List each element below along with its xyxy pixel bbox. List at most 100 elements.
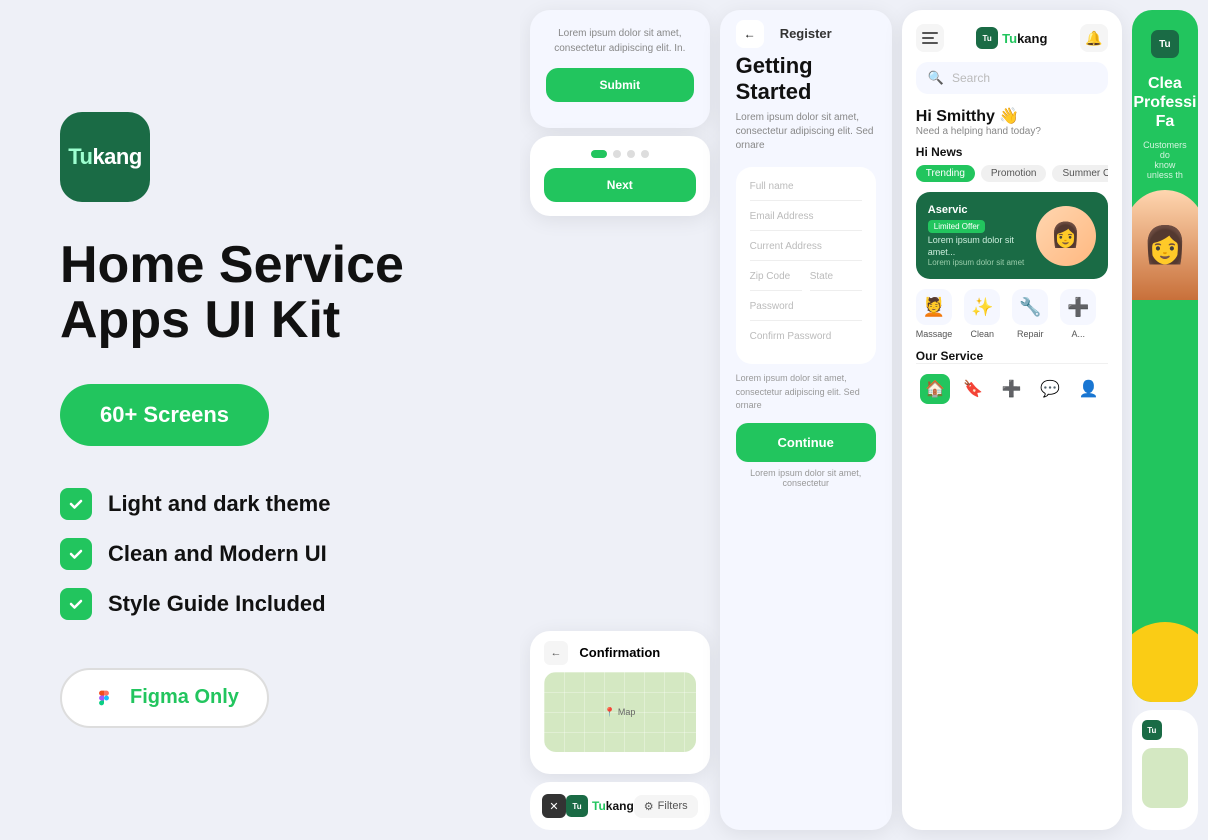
home-logo-icon: Tu [976,27,998,49]
nav-add[interactable]: ➕ [997,374,1027,404]
logo-suffix: kang [92,144,141,169]
menu-icon[interactable] [916,24,944,52]
home-topbar: Tu Tukang 🔔 [916,24,1108,52]
strip-close-button[interactable]: ✕ [542,794,566,818]
main-title: Home Service Apps UI Kit [60,238,460,347]
feature-theme: Light and dark theme [60,488,460,520]
massage-label: Massage [916,329,953,339]
confirm-back-button[interactable]: ← [544,641,568,665]
spacer-1 [530,224,710,623]
register-back-button[interactable]: ← [736,20,764,48]
massage-icon: 💆 [916,289,952,325]
clean-label: Clean [971,329,995,339]
mockup-col-1: Lorem ipsum dolor sit amet, consectetur … [530,10,710,830]
news-title: Hi News [916,145,1108,159]
promo-sub: Lorem ipsum dolor sit amet [928,258,1028,267]
promo-desc: Lorem ipsum dolor sit amet... [928,235,1028,258]
strip-logo: Tu Tukang [566,795,634,817]
register-card: ← Register Getting Started Lorem ipsum d… [720,10,892,830]
news-tags: Trending Promotion Summer Offer Hot Ne..… [916,165,1108,182]
tag-promotion[interactable]: Promotion [981,165,1047,182]
app-logo: Tukang [60,112,150,202]
clean-icon: ✨ [964,289,1000,325]
more-label: A... [1072,329,1086,339]
greeting-section: Hi Smitthy 👋 Need a helping hand today? [916,106,1108,137]
search-placeholder: Search [952,71,990,85]
tag-summer[interactable]: Summer Offer [1052,165,1107,182]
form-footer-text: Lorem ipsum dolor sit amet, consectetur … [736,372,876,413]
password-field[interactable]: Password [750,301,862,321]
confirm-title: Confirmation [579,645,660,660]
nav-bookmark[interactable]: 🔖 [958,374,988,404]
bottom-note: Lorem ipsum dolor sit amet, consectetur [736,468,876,488]
address-field[interactable]: Current Address [750,241,862,261]
promo-content: Aservic Limited Offer Lorem ipsum dolor … [928,204,1028,267]
feature-style: Style Guide Included [60,588,460,620]
strip-logo-icon: Tu [566,795,588,817]
greeting-name: Hi Smitthy 👋 [916,106,1108,126]
home-logo: Tu Tukang [976,27,1047,49]
repair-label: Repair [1017,329,1044,339]
zip-label: Zip Code [750,271,802,282]
feature-ui: Clean and Modern UI [60,538,460,570]
filter-icon: ⚙ [644,800,654,813]
partial-card: Tu [1132,710,1198,830]
check-icon-style [60,588,92,620]
partial-map [1142,748,1188,808]
partial-card-header: Tu [1142,720,1188,740]
green-logo: Tu [1151,30,1179,58]
confirm-password-label: Confirm Password [750,331,862,342]
registration-form: Full name Email Address Current Address … [736,167,876,364]
state-field[interactable]: State [810,271,862,291]
promo-image: 👩 [1036,206,1096,266]
nav-home[interactable]: 🏠 [920,374,950,404]
figma-button[interactable]: Figma Only [60,668,269,728]
email-label: Email Address [750,211,862,222]
getting-started-heading: Getting Started [736,53,876,105]
search-bar[interactable]: 🔍 Search [916,62,1108,94]
partial-logo-icon: Tu [1142,720,1162,740]
password-label: Password [750,301,862,312]
strip-filter-button[interactable]: ⚙ Filters [634,795,698,818]
notification-icon[interactable]: 🔔 [1080,24,1108,52]
nav-chat[interactable]: 💬 [1035,374,1065,404]
submit-button[interactable]: Submit [546,68,694,102]
register-header: ← Register [736,26,876,41]
service-repair[interactable]: 🔧 Repair [1012,289,1048,339]
yellow-circle [1132,622,1198,702]
home-logo-name: Tukang [1002,31,1047,46]
fullname-field[interactable]: Full name [750,181,862,201]
dot-4 [641,150,649,158]
dot-3 [627,150,635,158]
service-more[interactable]: ➕ A... [1060,289,1096,339]
person-image: 👩 [1132,190,1198,300]
feature-style-label: Style Guide Included [108,591,326,617]
service-massage[interactable]: 💆 Massage [916,289,953,339]
next-card: Next [530,136,710,216]
promo-banner: Aservic Limited Offer Lorem ipsum dolor … [916,192,1108,279]
greeting-sub: Need a helping hand today? [916,126,1108,137]
right-panel: Lorem ipsum dolor sit amet, consectetur … [520,0,1208,840]
dot-2 [613,150,621,158]
continue-button[interactable]: Continue [736,423,876,462]
check-icon-ui [60,538,92,570]
address-label: Current Address [750,241,862,252]
confirm-card: ← Confirmation 📍 Map [530,631,710,774]
services-row: 💆 Massage ✨ Clean 🔧 Repair ➕ A... [916,289,1108,339]
getting-started-sub: Lorem ipsum dolor sit amet, consectetur … [736,111,876,153]
green-logo-icon: Tu [1151,30,1179,58]
next-button[interactable]: Next [544,168,696,202]
nav-profile[interactable]: 👤 [1074,374,1104,404]
confirm-header: ← Confirmation [544,645,696,660]
promo-badge: Limited Offer [928,220,986,233]
screens-button[interactable]: 60+ Screens [60,384,269,446]
service-clean[interactable]: ✨ Clean [964,289,1000,339]
mockup-col-2: ← Register Getting Started Lorem ipsum d… [720,10,892,830]
logo-text: Tukang [68,144,142,170]
confirm-password-field[interactable]: Confirm Password [750,331,862,350]
feature-ui-label: Clean and Modern UI [108,541,327,567]
zip-field[interactable]: Zip Code [750,271,802,291]
email-field[interactable]: Email Address [750,211,862,231]
tag-trending[interactable]: Trending [916,165,975,182]
mockup-col-4: Tu CleaProfessiFa Customers doknow unles… [1132,10,1198,830]
